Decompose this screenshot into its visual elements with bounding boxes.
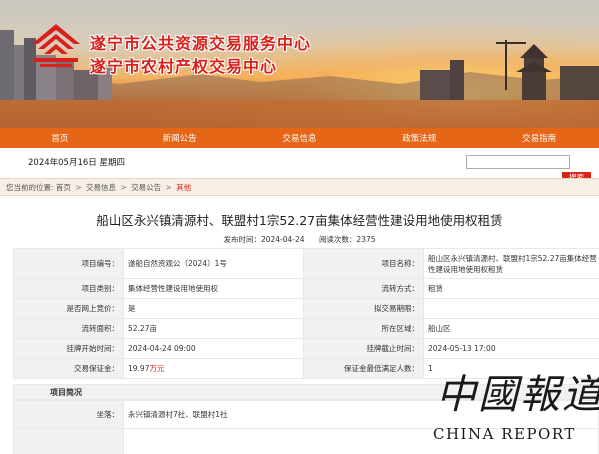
table-cell-empty: [13, 428, 124, 454]
label-location: 坐落：: [13, 400, 124, 429]
label-deposit: 交易保证金：: [13, 358, 124, 379]
breadcrumb-separator: >: [120, 183, 127, 192]
label-trade-term: 拟交易期限：: [303, 298, 424, 319]
site-title: 遂宁市公共资源交易服务中心: [90, 34, 312, 53]
nav-item-policy[interactable]: 政策法规: [364, 132, 474, 144]
breadcrumb-trade-notice[interactable]: 交易公告: [131, 183, 161, 192]
value-transfer-method: 租赁: [423, 278, 599, 299]
breadcrumb-trade-info[interactable]: 交易信息: [86, 183, 116, 192]
value-online-bidding: 是: [123, 298, 304, 319]
logo-icon: [32, 24, 80, 67]
label-region: 所在区域：: [303, 318, 424, 339]
breadcrumb-home[interactable]: 首页: [56, 183, 71, 192]
breadcrumb-separator: >: [165, 183, 172, 192]
article-meta: 发布时间：2024-04-24 阅读次数：2375: [0, 234, 599, 245]
table-row: 是否网上竞价： 是 拟交易期限：: [13, 298, 599, 319]
view-count: 阅读次数：2375: [318, 235, 376, 244]
label-listing-start: 挂牌开始时间：: [13, 338, 124, 359]
breadcrumb: 您当前的位置: 首页 > 交易信息 > 交易公告 > 其他: [0, 178, 599, 196]
table-row: 挂牌开始时间： 2024-04-24 09:00 挂牌截止时间： 2024-05…: [13, 338, 599, 359]
header-banner: 遂宁市公共资源交易服务中心 遂宁市农村产权交易中心: [0, 0, 599, 128]
site-subtitle: 遂宁市农村产权交易中心: [90, 57, 278, 76]
label-project-category: 项目类别：: [13, 278, 124, 299]
project-info-table: 项目编号： 遂船自然资观公〔2024〕1号 项目名称： 船山区永兴镇清源村、联盟…: [13, 248, 599, 379]
label-area: 流转面积：: [13, 318, 124, 339]
breadcrumb-separator: >: [75, 183, 82, 192]
deposit-amount: 19.97: [128, 364, 150, 373]
value-area: 52.27亩: [123, 318, 304, 339]
value-project-id: 遂船自然资观公〔2024〕1号: [123, 248, 304, 279]
nav-item-trade-info[interactable]: 交易信息: [244, 132, 354, 144]
breadcrumb-current[interactable]: 其他: [176, 183, 191, 192]
value-listing-end: 2024-05-13 17:00: [423, 338, 599, 359]
value-deposit: 19.97万元: [123, 358, 304, 379]
table-row: 流转面积： 52.27亩 所在区域： 船山区: [13, 318, 599, 339]
nav-item-home[interactable]: 首页: [5, 132, 115, 144]
label-listing-end: 挂牌截止时间：: [303, 338, 424, 359]
main-nav: 首页 新闻公告 交易信息 政策法规 交易指南: [0, 128, 599, 148]
value-listing-start: 2024-04-24 09:00: [123, 338, 304, 359]
label-online-bidding: 是否网上竞价：: [13, 298, 124, 319]
value-project-category: 集体经营性建设用地使用权: [123, 278, 304, 299]
nav-item-news[interactable]: 新闻公告: [125, 132, 235, 144]
label-project-id: 项目编号：: [13, 248, 124, 279]
value-trade-term: [423, 298, 599, 319]
label-project-name: 项目名称：: [303, 248, 424, 279]
label-transfer-method: 流转方式：: [303, 278, 424, 299]
breadcrumb-prefix: 您当前的位置:: [6, 183, 54, 192]
article-title: 船山区永兴镇清源村、联盟村1宗52.27亩集体经营性建设用地使用权租赁: [96, 213, 503, 228]
value-project-name: 船山区永兴镇清源村、联盟村1宗52.27亩集体经营性建设用地使用权租赁: [423, 248, 599, 279]
nav-item-guide[interactable]: 交易指南: [484, 132, 594, 144]
table-row: 项目编号： 遂船自然资观公〔2024〕1号 项目名称： 船山区永兴镇清源村、联盟…: [13, 248, 599, 279]
table-row: 项目类别： 集体经营性建设用地使用权 流转方式： 租赁: [13, 278, 599, 299]
publish-time: 发布时间：2024-04-24: [223, 235, 305, 244]
deposit-unit: 万元: [149, 364, 165, 373]
current-date: 2024年05月16日 星期四: [28, 158, 125, 168]
china-report-watermark: 中國報道: [436, 372, 599, 418]
china-report-watermark-en: CHINA REPORT: [433, 425, 576, 443]
value-region: 船山区: [423, 318, 599, 339]
label-min-bidders: 保证金最低满足人数：: [303, 358, 424, 379]
search-input[interactable]: [466, 155, 570, 169]
